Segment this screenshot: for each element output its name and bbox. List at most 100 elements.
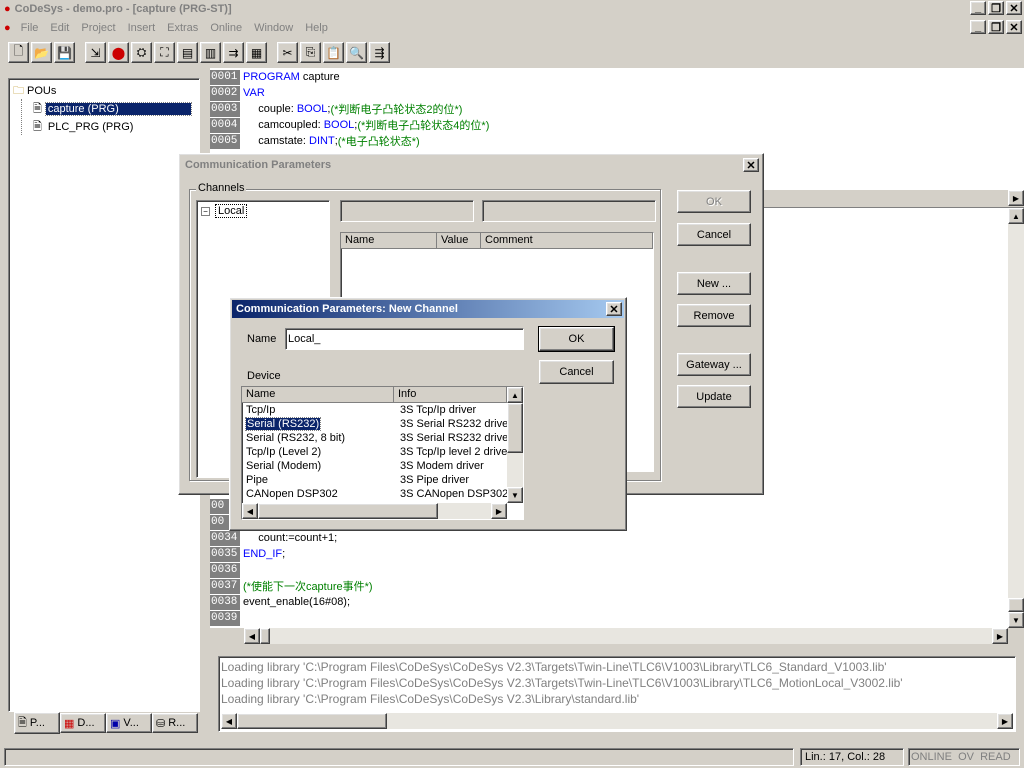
- scroll-right-arrow[interactable]: ▶: [491, 503, 507, 519]
- device-label: Device: [247, 370, 281, 382]
- device-row[interactable]: Tcp/Ip 3S Tcp/Ip driver: [242, 403, 523, 417]
- open-folder-icon[interactable]: 📂: [31, 42, 52, 63]
- column-value[interactable]: Value: [437, 233, 481, 249]
- code-line[interactable]: 0002 VAR: [210, 85, 1024, 101]
- code-line[interactable]: 0037 (*使能下一次capture事件*): [210, 578, 373, 594]
- scroll-right-arrow[interactable]: ▶: [1008, 190, 1024, 206]
- status-bar: Lin.: 17, Col.: 28 ONLINE OV READ: [0, 746, 1024, 768]
- menu-item-help[interactable]: Help: [299, 22, 334, 34]
- new-file-icon[interactable]: 🗋: [8, 42, 29, 63]
- step-icon[interactable]: ⛶: [154, 42, 175, 63]
- cut-icon[interactable]: ✂: [277, 42, 298, 63]
- editor-vscroll[interactable]: ▲ ▼: [1008, 208, 1024, 628]
- message-log[interactable]: Loading library 'C:\Program Files\CoDeSy…: [218, 656, 1016, 732]
- scroll-down-arrow[interactable]: ▼: [1008, 612, 1024, 628]
- scroll-left-arrow[interactable]: ◀: [242, 503, 258, 519]
- doc-restore-button[interactable]: ❐: [988, 20, 1004, 34]
- code-line[interactable]: 0001 PROGRAM capture: [210, 69, 1024, 85]
- new-channel-cancel-button[interactable]: Cancel: [539, 360, 614, 384]
- stop-icon[interactable]: ⬤: [108, 42, 129, 63]
- scroll-down-arrow[interactable]: ▼: [507, 487, 523, 503]
- hscroll-thumb[interactable]: [260, 628, 270, 644]
- code-text: event_enable(16#08);: [243, 596, 351, 608]
- tab-pous[interactable]: 🗎 P...: [14, 712, 60, 734]
- device-list[interactable]: Name Info Tcp/Ip 3S Tcp/Ip driver Serial (…: [241, 386, 524, 520]
- restore-button[interactable]: ❐: [988, 1, 1004, 15]
- menu-item-extras[interactable]: Extras: [161, 22, 204, 34]
- close-button[interactable]: ✕: [1006, 1, 1022, 15]
- ok-button[interactable]: OK: [677, 190, 751, 213]
- tab-visualizations[interactable]: ▣ V...: [106, 713, 152, 733]
- new-channel-button[interactable]: New ...: [677, 272, 751, 295]
- code-line[interactable]: 0003 couple: BOOL; (*判断电子凸轮状态2的位*): [210, 101, 1024, 117]
- copy-icon[interactable]: ⎘: [300, 42, 321, 63]
- step-over-icon[interactable]: ▥: [200, 42, 221, 63]
- device-row[interactable]: Pipe 3S Pipe driver: [242, 473, 523, 487]
- device-row[interactable]: CANopen DSP302 3S CANopen DSP302: [242, 487, 523, 501]
- menu-item-edit[interactable]: Edit: [44, 22, 75, 34]
- scroll-thumb[interactable]: [1008, 598, 1024, 612]
- device-row[interactable]: Tcp/Ip (Level 2) 3S Tcp/Ip level 2 driver: [242, 445, 523, 459]
- new-channel-title: Communication Parameters: New Channel: [236, 303, 458, 315]
- scroll-thumb[interactable]: [507, 403, 523, 453]
- column-name[interactable]: Name: [242, 387, 394, 403]
- device-row[interactable]: Serial (RS232) 3S Serial RS232 driver: [242, 417, 523, 431]
- code-line[interactable]: 0005 camstate: DINT; (*电子凸轮状态*): [210, 133, 1024, 149]
- column-comment[interactable]: Comment: [481, 233, 653, 249]
- remove-button[interactable]: Remove: [677, 304, 751, 327]
- scroll-right-arrow[interactable]: ▶: [997, 713, 1013, 729]
- code-line[interactable]: 0035 END_IF;: [210, 546, 373, 562]
- channel-name-input[interactable]: [285, 328, 524, 350]
- editor-hscroll[interactable]: ◀ ▶: [244, 628, 1008, 644]
- tab-resources[interactable]: ⛁ R...: [152, 713, 198, 733]
- run-icon[interactable]: ⛭: [131, 42, 152, 63]
- pou-item-plc-prg[interactable]: 🗎 PLC_PRG (PRG): [33, 119, 135, 135]
- scroll-left-arrow[interactable]: ◀: [244, 628, 260, 644]
- single-cycle-icon[interactable]: ⇉: [223, 42, 244, 63]
- code-line[interactable]: 0039: [210, 610, 373, 626]
- minimize-button[interactable]: _: [970, 1, 986, 15]
- scroll-right-arrow[interactable]: ▶: [992, 628, 1008, 644]
- scroll-up-arrow[interactable]: ▲: [507, 387, 523, 403]
- device-row[interactable]: Serial (Modem) 3S Modem driver: [242, 459, 523, 473]
- pou-root[interactable]: POUs: [27, 85, 56, 97]
- log-hscroll[interactable]: ◀ ▶: [221, 713, 1013, 729]
- log-hscroll-thumb[interactable]: [237, 713, 387, 729]
- code-line[interactable]: 0036: [210, 562, 373, 578]
- menu-item-online[interactable]: Online: [204, 22, 248, 34]
- column-name[interactable]: Name: [341, 233, 437, 249]
- menu-item-window[interactable]: Window: [248, 22, 299, 34]
- write-values-icon[interactable]: ▦: [246, 42, 267, 63]
- channel-local[interactable]: Local: [215, 204, 248, 218]
- code-line[interactable]: 0034 count:=count+1;: [210, 530, 373, 546]
- column-info[interactable]: Info: [394, 387, 507, 403]
- paste-icon[interactable]: 📋: [323, 42, 344, 63]
- scroll-left-arrow[interactable]: ◀: [221, 713, 237, 729]
- close-icon[interactable]: ✕: [743, 158, 759, 172]
- login-icon[interactable]: ⇲: [85, 42, 106, 63]
- code-line[interactable]: 0004 camcoupled: BOOL; (*判断电子凸轮状态4的位*): [210, 117, 1024, 133]
- find-next-icon[interactable]: ⇶: [369, 42, 390, 63]
- code-line[interactable]: 0038 event_enable(16#08);: [210, 594, 373, 610]
- pou-item-capture[interactable]: 🗎 capture (PRG): [33, 101, 192, 117]
- save-icon[interactable]: 💾: [54, 42, 75, 63]
- device-list-vscroll[interactable]: ▲ ▼: [507, 387, 523, 503]
- scroll-up-arrow[interactable]: ▲: [1008, 208, 1024, 224]
- breakpoint-icon[interactable]: ▤: [177, 42, 198, 63]
- cancel-button[interactable]: Cancel: [677, 223, 751, 246]
- device-row[interactable]: Serial (RS232, 8 bit) 3S Serial RS232 dri…: [242, 431, 523, 445]
- doc-minimize-button[interactable]: _: [970, 20, 986, 34]
- doc-close-button[interactable]: ✕: [1006, 20, 1022, 34]
- close-icon[interactable]: ✕: [606, 302, 622, 316]
- collapse-icon[interactable]: −: [201, 206, 210, 216]
- tab-datatypes[interactable]: ▦ D...: [60, 713, 106, 733]
- menu-item-project[interactable]: Project: [75, 22, 121, 34]
- device-list-hscroll[interactable]: ◀ ▶: [242, 503, 507, 519]
- hscroll-thumb[interactable]: [258, 503, 438, 519]
- new-channel-ok-button[interactable]: OK: [538, 326, 615, 352]
- gateway-button[interactable]: Gateway ...: [677, 353, 751, 376]
- find-icon[interactable]: 🔍: [346, 42, 367, 63]
- menu-item-insert[interactable]: Insert: [122, 22, 162, 34]
- update-button[interactable]: Update: [677, 385, 751, 408]
- menu-item-file[interactable]: File: [15, 22, 45, 34]
